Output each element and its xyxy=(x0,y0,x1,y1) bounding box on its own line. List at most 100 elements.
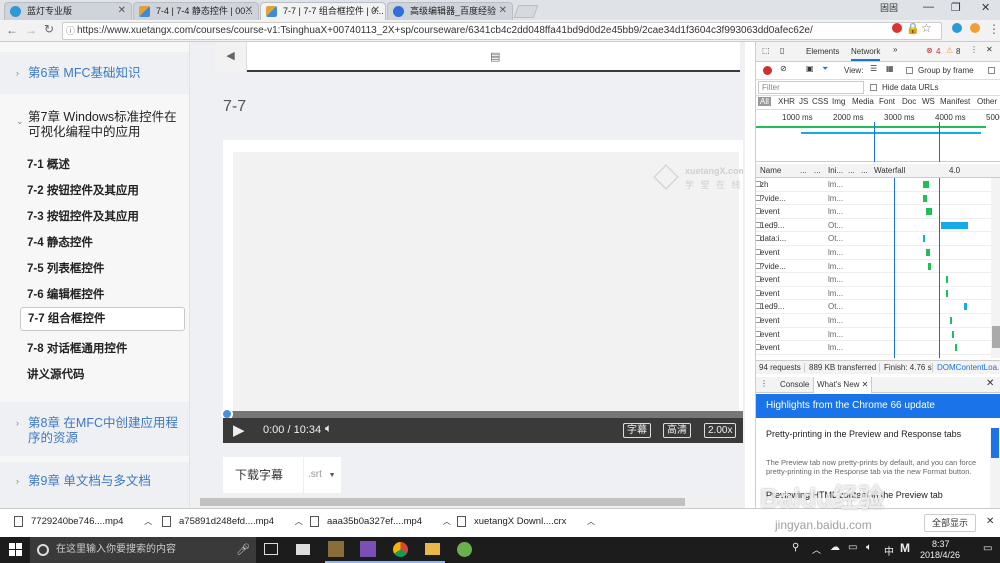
error-icon[interactable]: ⊗ xyxy=(926,46,933,55)
drawer-close-icon[interactable]: ✕ xyxy=(986,378,994,389)
network-row[interactable]: event lm... xyxy=(756,287,991,301)
tab-elements[interactable]: Elements xyxy=(806,47,839,56)
video-player[interactable]: xuetangX.com 学 堂 在 线 xyxy=(233,152,745,428)
close-tab-icon[interactable]: ✕ xyxy=(118,3,126,19)
download-item[interactable]: 7729240be746....mp4 ︿ xyxy=(14,516,152,527)
large-rows-icon[interactable]: ☰ xyxy=(870,64,877,73)
close-window-icon[interactable]: ✕ xyxy=(981,1,990,14)
chrome-taskbar-icon[interactable] xyxy=(393,542,408,557)
type-filter-all[interactable]: All xyxy=(758,97,771,106)
profile-label[interactable]: 固固 xyxy=(880,1,898,14)
section-7-5[interactable]: 7-5 列表框控件 xyxy=(27,260,104,276)
video-unit-icon[interactable]: ▤ xyxy=(490,50,500,63)
forward-icon[interactable]: → xyxy=(25,23,37,37)
network-row[interactable]: 1ed9... Ot... xyxy=(756,300,991,314)
type-filter-xhr[interactable]: XHR xyxy=(778,97,795,106)
drawer-menu-icon[interactable]: ⋮ xyxy=(760,379,768,388)
clear-icon[interactable]: ⊘ xyxy=(780,64,787,73)
close-tab-icon[interactable]: ✕ xyxy=(499,3,507,19)
download-subtitle-label[interactable]: 下载字幕 xyxy=(235,457,283,493)
info-icon[interactable]: ⓘ xyxy=(66,23,75,39)
extension-icon[interactable] xyxy=(952,23,962,33)
network-row[interactable]: event lm... xyxy=(756,328,991,342)
chevron-up-icon[interactable]: ︿ xyxy=(144,517,152,526)
input-method-icon[interactable]: M xyxy=(900,541,910,555)
folder-taskbar-icon[interactable] xyxy=(425,543,440,555)
section-7-2[interactable]: 7-2 按钮控件及其应用 xyxy=(27,182,139,198)
preserve-log-checkbox[interactable] xyxy=(988,67,995,74)
scroll-thumb[interactable] xyxy=(991,428,999,458)
reload-icon[interactable]: ↻ xyxy=(44,22,54,36)
network-row[interactable]: event lm... xyxy=(756,341,991,355)
clock-date[interactable]: 2018/4/26 xyxy=(920,550,960,560)
type-filter-other[interactable]: Other xyxy=(977,97,997,106)
notification-icon[interactable]: ▭ xyxy=(983,543,992,554)
more-tabs-icon[interactable]: » xyxy=(893,45,897,54)
download-item[interactable]: aaa35b0a327ef....mp4 ︿ xyxy=(310,516,451,527)
warning-icon[interactable]: ⚠ xyxy=(946,46,953,55)
download-item[interactable]: a75891d248efd....mp4 ︿ xyxy=(162,516,303,527)
chapter-7[interactable]: ⌄ 第7章 Windows标准控件在可视化编程中的应用 xyxy=(0,110,189,142)
camera-icon[interactable]: ▣ xyxy=(806,64,814,73)
browser-tab-3[interactable]: 高级编辑器_百度经验 ✕ xyxy=(387,2,513,20)
maximize-icon[interactable]: ❐ xyxy=(951,1,961,14)
section-7-6[interactable]: 7-6 编辑框控件 xyxy=(27,286,104,302)
bookmark-star-icon[interactable]: ☆ xyxy=(921,21,932,35)
previous-unit-button[interactable]: ◀ xyxy=(215,42,247,72)
group-by-frame-checkbox[interactable] xyxy=(906,67,913,74)
section-7-8[interactable]: 7-8 对话框通用控件 xyxy=(27,340,127,356)
battery-icon[interactable]: ▭ xyxy=(848,542,857,553)
content-scrollbar[interactable] xyxy=(743,42,745,508)
ime-indicator[interactable]: 中 xyxy=(884,543,894,558)
volume-icon[interactable]: 🔈︎ xyxy=(866,542,872,553)
network-row[interactable]: event lm... xyxy=(756,273,991,287)
network-row[interactable]: ?vide... lm... xyxy=(756,192,991,206)
type-filter-css[interactable]: CSS xyxy=(812,97,828,106)
blocked-icon[interactable] xyxy=(892,23,902,33)
new-tab-button[interactable] xyxy=(513,5,539,18)
type-filter-font[interactable]: Font xyxy=(879,97,895,106)
chevron-up-icon[interactable]: ︿ xyxy=(295,517,303,526)
timeline-overview[interactable]: 1000 ms 2000 ms 3000 ms 4000 ms 5000 xyxy=(756,110,1000,162)
tab-console[interactable]: Console xyxy=(780,380,809,389)
scroll-thumb[interactable] xyxy=(992,326,1000,348)
explorer-taskbar-icon[interactable] xyxy=(296,544,310,555)
chevron-up-icon[interactable]: ︿ xyxy=(587,517,595,526)
extension-icon[interactable] xyxy=(970,23,980,33)
section-7-4[interactable]: 7-4 静态控件 xyxy=(27,234,93,250)
close-downloads-icon[interactable]: ✕ xyxy=(986,516,994,527)
browser-tab-2[interactable]: 7-7 | 7-7 组合框控件 | 0... ✕ xyxy=(260,2,386,20)
app-taskbar-icon[interactable] xyxy=(457,542,472,557)
devtools-close-icon[interactable]: ✕ xyxy=(986,45,993,54)
network-row[interactable]: zh lm... xyxy=(756,178,991,192)
chevron-up-icon[interactable]: ︿ xyxy=(443,517,451,526)
people-icon[interactable]: ⚲ xyxy=(792,542,799,553)
browser-tab-1[interactable]: 7-4 | 7-4 静态控件 | 00... ✕ xyxy=(133,2,259,20)
volume-icon[interactable]: 🔈︎ xyxy=(325,421,332,436)
type-filter-img[interactable]: Img xyxy=(832,97,845,106)
type-filter-media[interactable]: Media xyxy=(852,97,874,106)
type-filter-js[interactable]: JS xyxy=(799,97,808,106)
hscroll-thumb[interactable] xyxy=(200,498,685,506)
filter-icon[interactable]: ⏷ xyxy=(822,64,828,74)
tab-whats-new[interactable]: What's New ✕ xyxy=(813,377,873,393)
network-row[interactable]: data:i... Ot... xyxy=(756,232,991,246)
chevron-up-icon[interactable]: ︿ xyxy=(812,543,821,556)
task-view-icon[interactable] xyxy=(264,543,278,555)
type-filter-manifest[interactable]: Manifest xyxy=(940,97,970,106)
quality-button[interactable]: 高清 xyxy=(663,423,691,438)
section-7-1[interactable]: 7-1 概述 xyxy=(27,156,70,172)
download-item[interactable]: xuetangX Downl....crx ︿ xyxy=(457,516,595,527)
inspect-icon[interactable]: ⬚ xyxy=(762,46,770,55)
close-tab-icon[interactable]: ✕ xyxy=(245,3,253,19)
network-row[interactable]: 1ed9... Ot... xyxy=(756,219,991,233)
video-progress-bar[interactable] xyxy=(221,408,744,420)
clock-time[interactable]: 8:37 xyxy=(932,539,950,549)
type-filter-doc[interactable]: Doc xyxy=(902,97,916,106)
show-all-downloads-button[interactable]: 全部显示 xyxy=(924,514,976,532)
windows-start-icon[interactable] xyxy=(9,543,22,556)
type-filter-ws[interactable]: WS xyxy=(922,97,935,106)
horizontal-scrollbar[interactable] xyxy=(190,496,743,508)
menu-icon[interactable]: ⋮ xyxy=(988,22,1000,36)
subtitle-format-select[interactable]: .srt ▼ xyxy=(303,457,341,494)
